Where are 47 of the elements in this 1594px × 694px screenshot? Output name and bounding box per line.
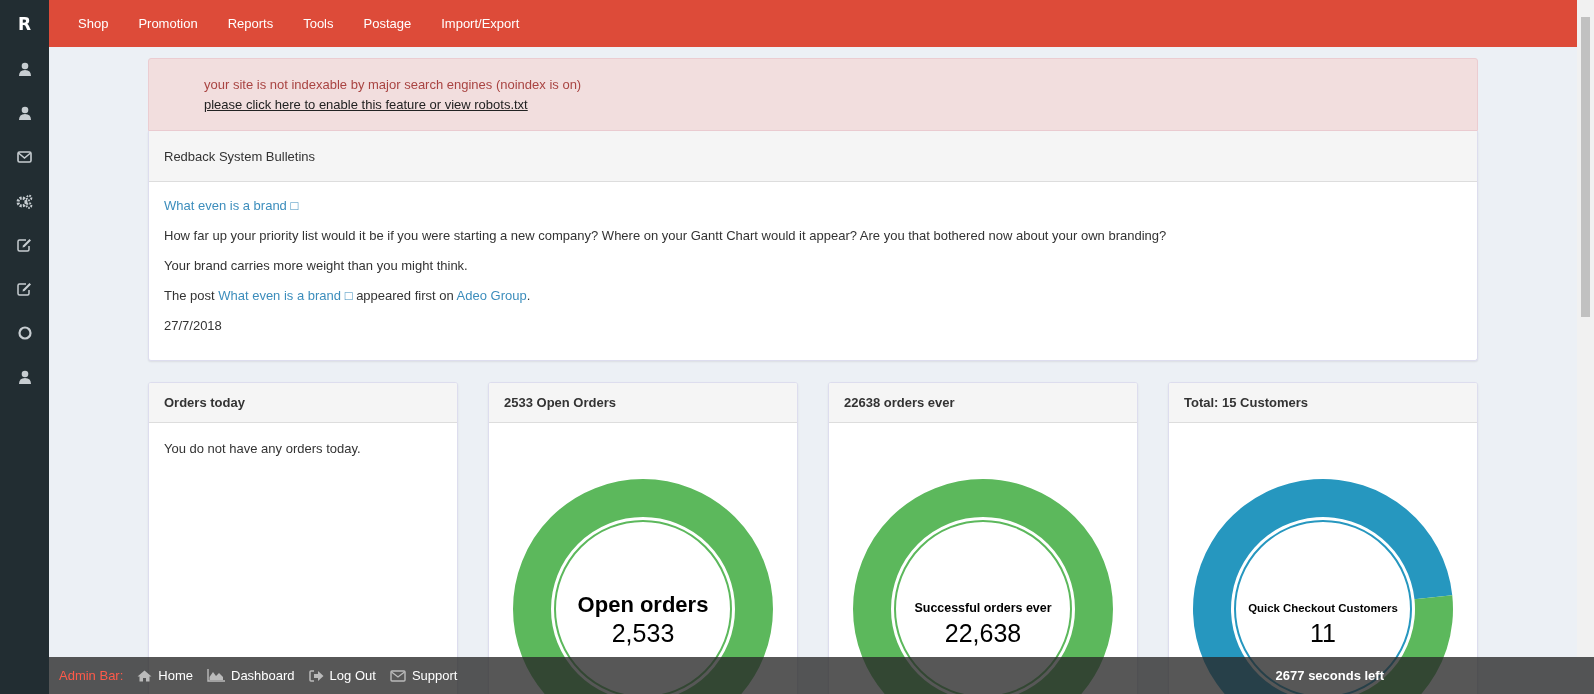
area-chart-icon xyxy=(207,669,225,682)
scrollbar[interactable] xyxy=(1577,0,1594,657)
card-title: 2533 Open Orders xyxy=(504,395,616,410)
home-icon xyxy=(137,669,153,682)
user-icon[interactable] xyxy=(17,62,32,76)
nav-link[interactable]: Promotion xyxy=(123,16,213,31)
card-text: You do not have any orders today. xyxy=(164,441,362,456)
edit-icon[interactable] xyxy=(17,238,32,252)
alert-link[interactable]: please click here to enable this feature or view robots.txt xyxy=(204,97,528,112)
admin-bar-label: Admin Bar: xyxy=(59,668,124,683)
donut-value: 22,638 xyxy=(944,619,1022,647)
post-attribution: The post What even is a brand □ appeared first on Adeo Group. xyxy=(164,287,532,305)
mail-icon xyxy=(389,669,406,682)
edit-icon[interactable] xyxy=(17,282,32,296)
donut-label: Open orders xyxy=(577,592,709,617)
nav-link[interactable]: Postage xyxy=(348,16,427,31)
panel-title: Redback System Bulletins xyxy=(164,148,315,164)
card-title: Total: 15 Customers xyxy=(1184,395,1308,410)
nav-link[interactable]: Reports xyxy=(212,16,289,31)
donut-label: Quick Checkout Customers xyxy=(1248,602,1398,614)
admin-bar-link[interactable]: Dashboard xyxy=(231,668,295,683)
circle-icon[interactable] xyxy=(17,326,32,340)
alert-message: your site is not indexable by major search engines (noindex is on) xyxy=(204,76,583,94)
donut-value: 2,533 xyxy=(611,619,675,647)
bulletin-paragraph: How far up your priority list would it be if you were starting a new company? Where on your Gantt Chart would it appear? Are you that bothered now about your own branding? xyxy=(164,227,1168,245)
gears-icon[interactable] xyxy=(16,193,33,209)
source-link[interactable]: Adeo Group xyxy=(456,288,527,303)
post-title-link[interactable]: What even is a brand □ xyxy=(164,198,299,213)
donut-value: 11 xyxy=(1310,619,1336,647)
nav-link[interactable]: Tools xyxy=(288,16,349,31)
card-title: 22638 orders ever xyxy=(844,395,955,410)
bulletin-date: 27/7/2018 xyxy=(164,317,223,335)
user-icon[interactable] xyxy=(17,370,32,384)
bulletin-paragraph: Your brand carries more weight than you might think. xyxy=(164,257,469,275)
admin-bar-link[interactable]: Log Out xyxy=(329,668,376,683)
post-link[interactable]: What even is a brand □ xyxy=(218,288,353,303)
admin-bar-link[interactable]: Home xyxy=(158,668,193,683)
donut-label: Successful orders ever xyxy=(914,601,1052,615)
admin-bar-link[interactable]: Support xyxy=(411,668,458,683)
logo[interactable]: R xyxy=(17,0,32,47)
nav-link[interactable]: Import/Export xyxy=(426,16,535,31)
mail-icon[interactable] xyxy=(17,151,32,163)
sign-out-icon xyxy=(308,669,324,682)
user-icon[interactable] xyxy=(17,106,32,120)
nav-link[interactable]: Shop xyxy=(63,16,124,31)
session-timer: 2677 seconds left xyxy=(1275,668,1384,683)
card-title: Orders today xyxy=(164,395,245,410)
